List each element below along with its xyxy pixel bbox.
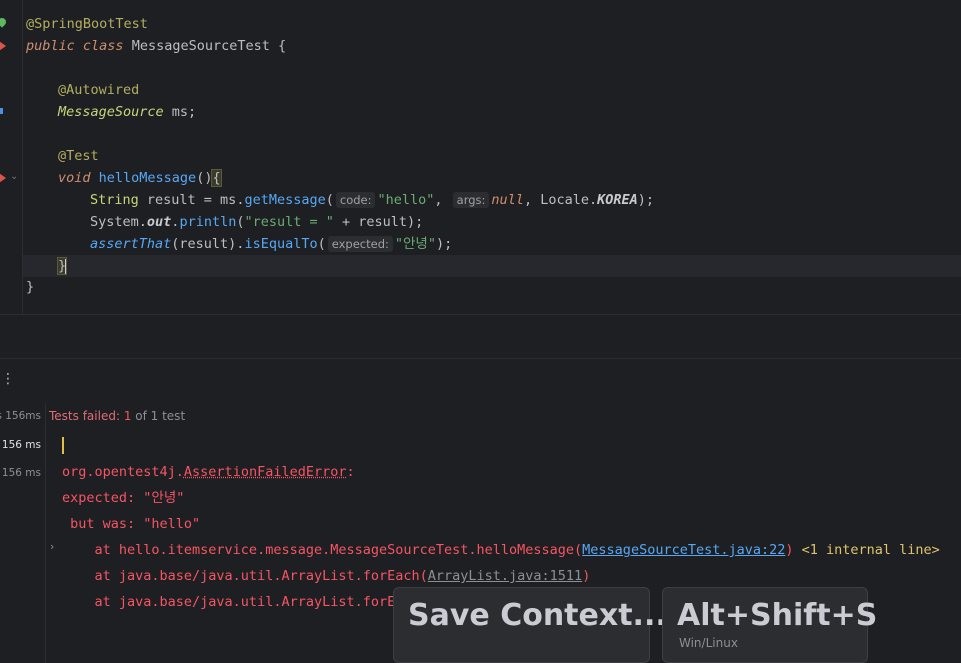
- test-tree-row-root[interactable]: s 156ms: [0, 410, 41, 422]
- stack-text: at hello.itemservice.message.MessageSour…: [62, 542, 583, 558]
- code-line-2[interactable]: public class MessageSourceTest {: [26, 35, 286, 57]
- paren: (: [317, 236, 326, 252]
- call-println: println: [179, 214, 237, 230]
- assign-text: result = ms.: [138, 192, 245, 208]
- annotation-autowired: @Autowired: [58, 82, 140, 98]
- code-line-4[interactable]: @Autowired: [58, 79, 139, 101]
- param-hint-args: args:: [452, 192, 490, 208]
- shortcut-popup: Alt+Shift+S Win/Linux: [662, 587, 877, 663]
- statement-end: );: [637, 192, 654, 208]
- statement-end: );: [435, 236, 453, 252]
- keyword-void: void: [58, 170, 91, 186]
- editor-gutter: ⌄: [0, 0, 23, 314]
- test-duration: s 156ms: [0, 410, 41, 422]
- internal-lines-toggle[interactable]: <1 internal line>: [794, 542, 940, 558]
- constant-korea: KOREA: [597, 192, 638, 208]
- method-name: helloMessage: [98, 170, 197, 186]
- code-line-7[interactable]: @Test: [58, 145, 99, 167]
- code-editor[interactable]: ⌄ @SpringBootTest public class MessageSo…: [0, 0, 961, 314]
- spring-bean-icon[interactable]: [0, 16, 8, 28]
- error-package: org.opentest4j.: [62, 464, 184, 480]
- console-line-error: org.opentest4j.AssertionFailedError:: [62, 459, 355, 485]
- comma: ,: [434, 192, 443, 208]
- code-line-10[interactable]: System.out.println("result = " + result)…: [90, 211, 423, 233]
- keyword-class: class: [82, 38, 124, 54]
- code-line-9[interactable]: String result = ms.getMessage(code: "hell…: [90, 189, 654, 211]
- matched-brace: {: [211, 169, 222, 187]
- console-line-expected: expected: "안녕": [62, 490, 185, 506]
- platform-label: Win/Linux: [679, 636, 738, 650]
- field-ms: ms;: [163, 104, 197, 120]
- type-messagesource: MessageSource: [58, 104, 164, 120]
- class-closing-brace: }: [26, 279, 35, 295]
- autowired-marker-icon[interactable]: [0, 108, 3, 114]
- code-line-11[interactable]: assertThat(result).isEqualTo(expected: "안…: [90, 233, 452, 255]
- annotation-springboottest: @SpringBootTest: [26, 16, 148, 32]
- action-label: Save Context...: [408, 598, 667, 633]
- console-line-stack-2: at java.base/java.util.ArrayList.forEach…: [62, 563, 591, 589]
- field-out: out: [146, 214, 172, 230]
- editor-panel-divider[interactable]: [0, 314, 961, 359]
- current-line-highlight: [0, 255, 961, 277]
- library-link[interactable]: ArrayList.java:1511: [428, 568, 582, 584]
- action-name-popup: Save Context...: [393, 587, 667, 663]
- call-isequalto: isEqualTo: [244, 236, 318, 252]
- kebab-menu-icon[interactable]: ⋮: [1, 371, 15, 387]
- annotation-test: @Test: [58, 148, 99, 164]
- code-line-13[interactable]: }: [26, 276, 34, 298]
- param-hint-code: code:: [335, 192, 376, 208]
- status-prefix: Tests failed:: [49, 409, 124, 423]
- test-duration: c 156 ms: [0, 467, 41, 479]
- console-line-but-was: but was: "hello": [62, 516, 201, 532]
- error-class[interactable]: AssertionFailedError: [184, 464, 347, 480]
- console-line-stack-3: at java.base/java.util.ArrayList.forEa: [62, 589, 404, 615]
- keyword-null: null: [491, 192, 524, 208]
- type-string: String: [90, 192, 139, 208]
- text-caret: [65, 258, 68, 274]
- result-arg: (result).: [171, 236, 245, 252]
- colon: :: [346, 464, 355, 480]
- code-line-8[interactable]: void helloMessage(){: [58, 167, 222, 189]
- call-getmessage: getMessage: [244, 192, 326, 208]
- parens: (): [196, 170, 213, 186]
- paren: (: [325, 192, 334, 208]
- param-hint-expected: expected:: [327, 236, 393, 252]
- console-caret: [62, 437, 64, 454]
- class-name: MessageSourceTest: [131, 38, 270, 54]
- fold-chevron-icon[interactable]: ⌄: [10, 171, 19, 182]
- code-line-12[interactable]: }: [56, 255, 68, 277]
- paren: ): [582, 568, 591, 584]
- console-line-stack-1: at hello.itemservice.message.MessageSour…: [62, 537, 940, 563]
- status-suffix: of 1 test: [131, 409, 186, 423]
- source-link[interactable]: MessageSourceTest.java:22: [582, 542, 785, 558]
- stack-text: at java.base/java.util.ArrayList.forEach…: [62, 568, 428, 584]
- string-result: "result = ": [244, 214, 334, 230]
- run-test-class-icon[interactable]: [0, 41, 6, 51]
- test-duration: c 156 ms: [0, 439, 41, 451]
- paren: ): [785, 542, 794, 558]
- keyword-public: public: [26, 38, 75, 54]
- run-test-method-icon[interactable]: [0, 173, 6, 183]
- concat-text: + result);: [333, 214, 424, 230]
- code-line-5[interactable]: MessageSource ms;: [58, 101, 196, 123]
- test-tree: s 156ms c 156 ms c 156 ms: [0, 403, 46, 663]
- string-annyeong: "안녕": [394, 236, 436, 252]
- code-line-1[interactable]: @SpringBootTest: [26, 13, 148, 35]
- stack-text: at java.base/java.util.ArrayList.forEa: [62, 594, 404, 610]
- test-tree-row-class[interactable]: c 156 ms: [0, 439, 41, 451]
- expand-chevron-icon[interactable]: ›: [50, 540, 54, 553]
- locale-text: , Locale.: [523, 192, 598, 208]
- test-tree-row-method[interactable]: c 156 ms: [0, 467, 41, 479]
- test-status: Tests failed: 1 of 1 test: [49, 409, 185, 423]
- system-class: System.: [90, 214, 147, 230]
- string-hello: "hello": [377, 192, 435, 208]
- shortcut-label: Alt+Shift+S: [677, 598, 878, 633]
- call-assertthat: assertThat: [90, 236, 172, 252]
- brace: {: [269, 38, 287, 54]
